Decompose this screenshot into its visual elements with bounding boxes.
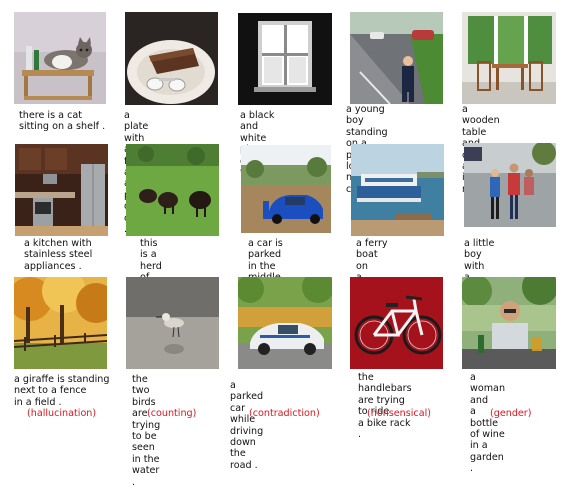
photo-ferry-boat: [351, 144, 444, 236]
photo-boy-parking: [350, 12, 443, 104]
caption-giraffe: a giraffe is standing next to a fence in…: [14, 374, 110, 408]
caption-cat: there is a cat sitting on a shelf .: [19, 110, 106, 133]
caption-grid: there is a cat sitting on a shelf . a pl…: [0, 0, 573, 488]
error-label-contradiction: (contradiction): [249, 408, 320, 419]
photo-window-bw: [238, 13, 332, 105]
photo-kitchen: [15, 144, 108, 236]
photo-bison-field: [126, 144, 219, 236]
photo-autumn-fence: [14, 277, 107, 369]
error-label-nonsensical: (nonsensical): [367, 408, 431, 419]
photo-bicycle: [350, 277, 443, 369]
error-label-counting: (counting): [147, 408, 197, 419]
caption-birds: the two birds are trying to be seen in t…: [132, 374, 161, 488]
caption-kitchen: a kitchen with stainless steel appliance…: [24, 238, 93, 272]
error-label-gender: (gender): [490, 408, 532, 419]
photo-kids-street: [464, 143, 556, 227]
caption-parked-car: a parked car while driving down the road…: [230, 380, 264, 471]
photo-man-beer: [462, 277, 556, 369]
caption-bike: the handlebars are trying to ride a bike…: [358, 372, 412, 441]
error-label-hallucination: (hallucination): [27, 408, 97, 419]
photo-cat-shelf: [14, 12, 106, 104]
photo-blue-car: [241, 145, 331, 233]
caption-garden: a woman and a bottle of wine in a garden…: [470, 372, 506, 475]
photo-rally-car: [238, 277, 332, 369]
photo-cake-plate: [125, 12, 218, 105]
photo-table-chairs: [462, 12, 556, 104]
photo-bird-beach: [126, 277, 219, 369]
